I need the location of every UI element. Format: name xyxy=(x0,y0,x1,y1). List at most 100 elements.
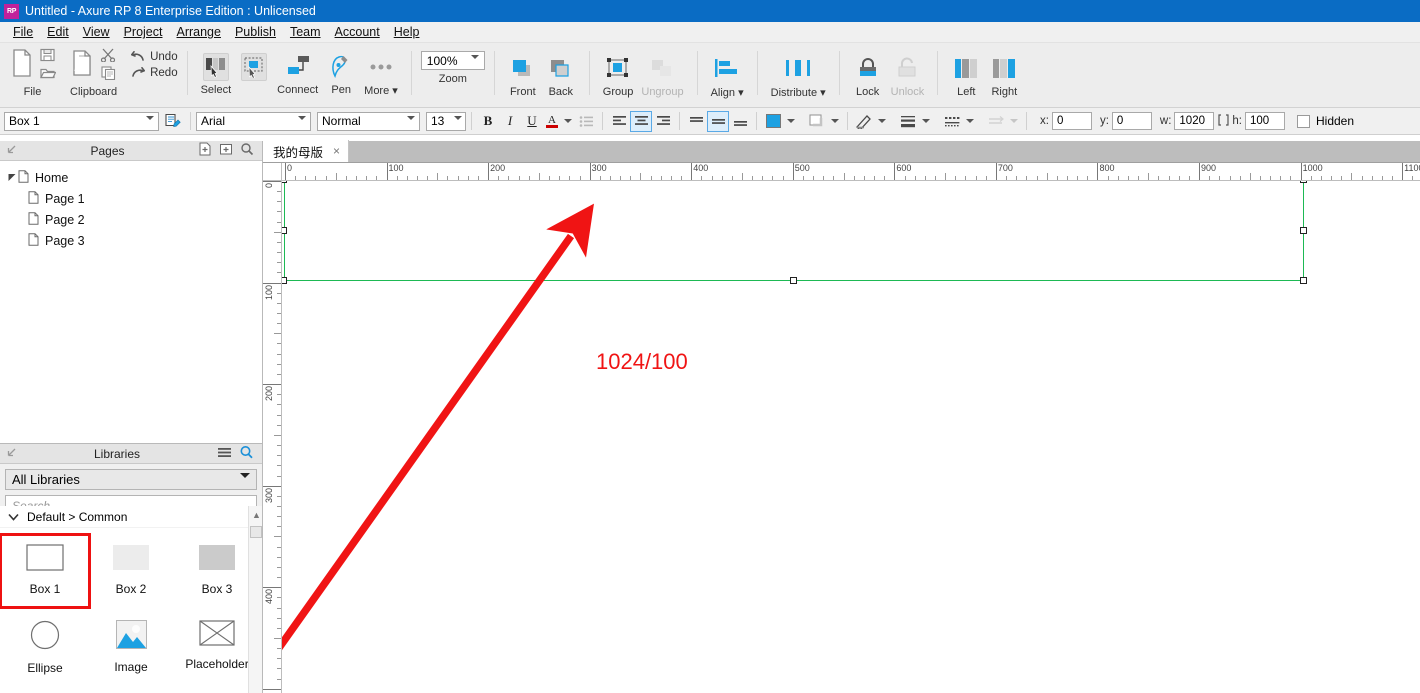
font-family-select[interactable]: Arial xyxy=(196,111,311,134)
bullet-list-button[interactable] xyxy=(575,111,597,132)
menu-account[interactable]: Account xyxy=(328,23,387,41)
font-style-select[interactable]: Normal xyxy=(317,111,420,134)
save-icon[interactable] xyxy=(39,48,56,65)
collapse-panel-icon[interactable] xyxy=(0,447,17,461)
menu-team[interactable]: Team xyxy=(283,23,328,41)
menu-view[interactable]: View xyxy=(76,23,117,41)
link-size-icon[interactable] xyxy=(1218,113,1230,129)
paste-icon[interactable] xyxy=(70,48,96,83)
fill-color-picker[interactable] xyxy=(762,111,798,132)
widget-name-select[interactable]: Box 1 xyxy=(4,111,159,134)
zoom-select[interactable]: 100% xyxy=(420,51,485,73)
undo-button[interactable]: Undo xyxy=(131,51,178,63)
fill-color-button[interactable] xyxy=(762,111,784,132)
line-style-button[interactable] xyxy=(941,111,963,132)
more-tools-button[interactable]: More ▾ xyxy=(360,51,402,97)
widget-notes-button[interactable] xyxy=(159,111,185,132)
chevron-down-icon[interactable] xyxy=(561,111,575,132)
selected-widget-box-1[interactable] xyxy=(284,181,1304,281)
menu-help[interactable]: Help xyxy=(387,23,427,41)
expand-triangle-icon[interactable] xyxy=(6,173,18,182)
scroll-up-icon[interactable]: ▲ xyxy=(252,510,261,520)
new-file-icon[interactable] xyxy=(9,48,35,83)
menu-arrange[interactable]: Arrange xyxy=(169,23,227,41)
design-surface[interactable]: 1024/100 xyxy=(282,181,1420,693)
menu-project[interactable]: Project xyxy=(117,23,170,41)
cut-scissors-icon[interactable] xyxy=(100,48,117,65)
valign-middle-button[interactable] xyxy=(707,110,729,132)
chevron-down-icon[interactable] xyxy=(828,111,842,132)
resize-handle-bottom-center[interactable] xyxy=(790,277,797,284)
ungroup-button[interactable]: Ungroup xyxy=(637,53,687,98)
toggle-left-panel-button[interactable]: Left xyxy=(947,53,985,98)
line-color-picker[interactable] xyxy=(853,111,889,132)
shadow-button[interactable] xyxy=(806,111,828,132)
line-arrow-button[interactable] xyxy=(985,111,1007,132)
font-color-button[interactable]: A xyxy=(543,111,561,132)
collapse-panel-icon[interactable] xyxy=(0,144,17,158)
search-icon[interactable] xyxy=(240,142,254,159)
widget-image[interactable]: Image xyxy=(88,612,174,682)
align-right-button[interactable] xyxy=(652,111,674,132)
chevron-down-icon[interactable] xyxy=(919,111,933,132)
tree-item-page-1[interactable]: Page 1 xyxy=(6,188,262,209)
library-category-row[interactable]: Default > Common xyxy=(0,506,262,528)
chevron-down-icon[interactable] xyxy=(875,111,889,132)
pen-tool-button[interactable]: Pen xyxy=(322,51,360,96)
select-tool-button[interactable]: Select xyxy=(197,51,236,96)
widget-ellipse[interactable]: Ellipse xyxy=(2,612,88,682)
redo-button[interactable]: Redo xyxy=(131,67,178,79)
italic-button[interactable]: I xyxy=(499,111,521,132)
tree-item-page-2[interactable]: Page 2 xyxy=(6,209,262,230)
resize-handle-top-right[interactable] xyxy=(1300,181,1307,183)
horizontal-ruler[interactable]: 0 100 200 300 400 500 600 700 800 900 1000 1100 xyxy=(282,163,1420,181)
library-scrollbar[interactable]: ▲ xyxy=(248,506,262,693)
align-center-button[interactable] xyxy=(630,110,652,132)
tree-item-home[interactable]: Home xyxy=(6,167,262,188)
resize-handle-bottom-left[interactable] xyxy=(282,277,287,284)
chevron-down-icon[interactable] xyxy=(963,111,977,132)
search-icon[interactable] xyxy=(239,445,254,463)
x-input[interactable]: 0 xyxy=(1051,112,1092,130)
w-input[interactable]: 1020 xyxy=(1174,112,1215,130)
tab-my-master[interactable]: 我的母版 × xyxy=(263,140,350,162)
line-arrow-picker[interactable] xyxy=(985,111,1021,132)
line-width-button[interactable] xyxy=(897,111,919,132)
scrollbar-thumb[interactable] xyxy=(250,526,262,538)
font-size-select[interactable]: 13 xyxy=(426,111,466,134)
font-color-picker[interactable]: A xyxy=(543,111,575,132)
h-input[interactable]: 100 xyxy=(1245,112,1285,130)
hidden-checkbox[interactable] xyxy=(1297,114,1310,128)
chevron-down-icon[interactable] xyxy=(784,111,798,132)
tree-item-page-3[interactable]: Page 3 xyxy=(6,230,262,251)
align-left-button[interactable] xyxy=(608,111,630,132)
unlock-button[interactable]: Unlock xyxy=(887,53,929,98)
menu-publish[interactable]: Publish xyxy=(228,23,283,41)
add-page-icon[interactable] xyxy=(198,142,212,159)
resize-handle-middle-left[interactable] xyxy=(282,227,287,234)
align-button[interactable]: Align ▾ xyxy=(707,53,748,99)
y-input[interactable]: 0 xyxy=(1111,112,1152,130)
add-folder-icon[interactable] xyxy=(219,142,233,159)
vertical-ruler[interactable]: 0 100 200 300 400 xyxy=(263,181,282,693)
group-button[interactable]: Group xyxy=(599,53,638,98)
valign-bottom-button[interactable] xyxy=(729,111,751,132)
widget-box-1[interactable]: Box 1 xyxy=(0,533,91,609)
distribute-button[interactable]: Distribute ▾ xyxy=(767,53,830,99)
connect-tool-button[interactable]: Connect xyxy=(273,51,322,96)
resize-handle-middle-right[interactable] xyxy=(1300,227,1307,234)
bold-button[interactable]: B xyxy=(477,111,499,132)
line-width-picker[interactable] xyxy=(897,111,933,132)
copy-icon[interactable] xyxy=(100,66,117,83)
menu-file[interactable]: File xyxy=(6,23,40,41)
line-color-button[interactable] xyxy=(853,111,875,132)
send-back-button[interactable]: Back xyxy=(542,53,580,98)
widget-box-2[interactable]: Box 2 xyxy=(88,536,174,606)
marquee-select-button[interactable] xyxy=(235,51,273,96)
chevron-down-icon[interactable] xyxy=(1007,111,1021,132)
toggle-right-panel-button[interactable]: Right xyxy=(985,53,1023,98)
bring-front-button[interactable]: Front xyxy=(504,53,542,98)
shadow-picker[interactable] xyxy=(806,111,842,132)
open-folder-icon[interactable] xyxy=(39,66,57,83)
lock-button[interactable]: Lock xyxy=(849,53,887,98)
